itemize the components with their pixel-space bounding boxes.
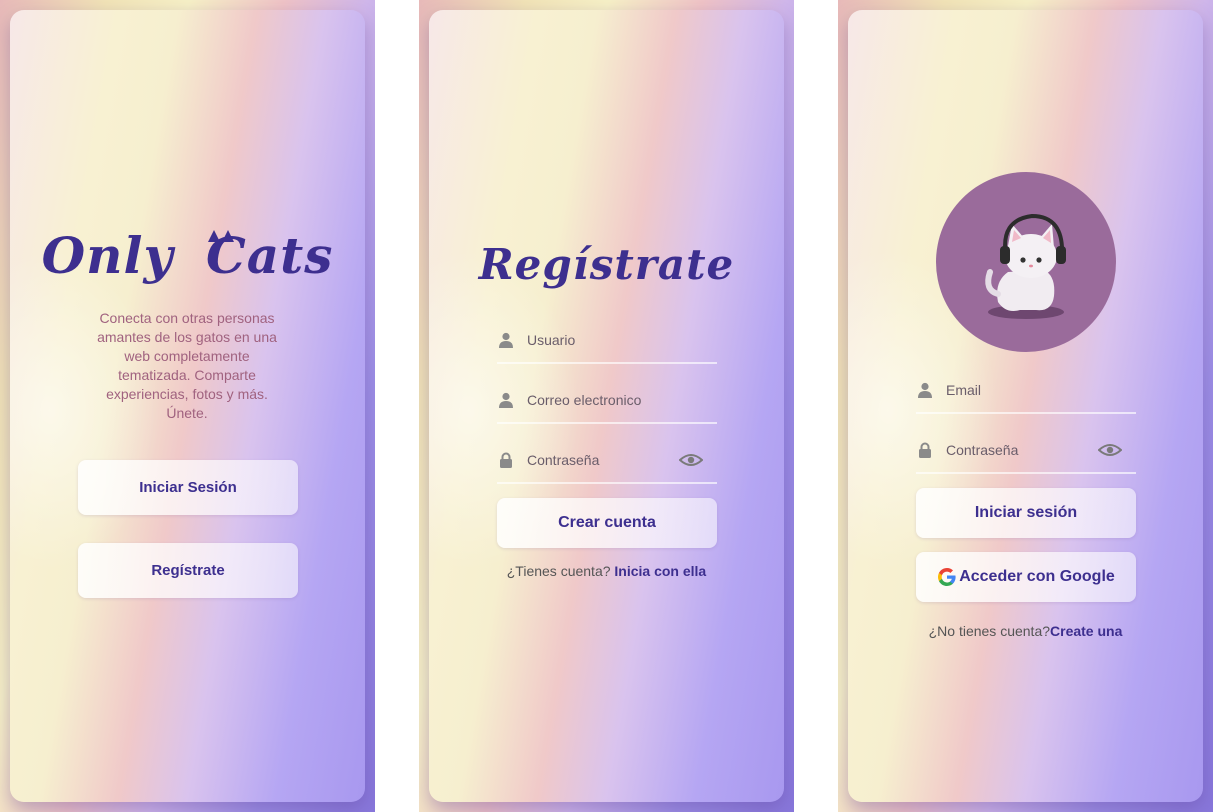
user-icon [918, 382, 932, 398]
show-password-icon[interactable] [679, 450, 703, 470]
app-logo: Only Cats [10, 226, 365, 285]
email-input[interactable]: Correo electronico [527, 392, 641, 408]
email-input[interactable]: Email [946, 382, 981, 398]
page-title: Regístrate [478, 240, 735, 289]
cat-ears-icon [207, 230, 234, 244]
login-button[interactable]: Iniciar Sesión [78, 460, 298, 515]
email-field[interactable]: Email [916, 372, 1136, 414]
signup-prompt: ¿No tienes cuenta?Create una [848, 623, 1203, 639]
lock-icon [500, 452, 512, 468]
signup-prompt-text: ¿No tienes cuenta? [928, 623, 1051, 639]
username-field[interactable]: Usuario [497, 322, 717, 364]
welcome-card: Only Cats Conecta con otras personas ama… [10, 10, 365, 802]
google-button-label: Acceder con Google [959, 568, 1115, 585]
logo-word-only: Only [41, 226, 174, 285]
login-screen: Email Contraseña Iniciar sesión Acceder … [838, 0, 1213, 812]
register-screen: Regístrate Usuario Correo electronico Co… [419, 0, 794, 812]
cat-headphones-avatar-icon [936, 172, 1116, 352]
welcome-description: Conecta con otras personas amantes de lo… [97, 310, 277, 421]
login-card: Email Contraseña Iniciar sesión Acceder … [848, 10, 1203, 802]
username-input[interactable]: Usuario [527, 332, 575, 348]
password-input[interactable]: Contraseña [946, 442, 1018, 458]
google-icon [938, 568, 956, 586]
login-submit-button[interactable]: Iniciar sesión [916, 488, 1136, 538]
login-prompt: ¿Tienes cuenta? Inicia con ella [429, 563, 784, 579]
show-password-icon[interactable] [1098, 440, 1122, 460]
password-field[interactable]: Contraseña [916, 432, 1136, 474]
register-button[interactable]: Regístrate [78, 543, 298, 598]
user-icon [499, 332, 513, 348]
login-prompt-text: ¿Tienes cuenta? [506, 563, 611, 579]
password-input[interactable]: Contraseña [527, 452, 599, 468]
user-icon [499, 392, 513, 408]
signup-link[interactable]: Create una [1050, 623, 1122, 639]
register-card: Regístrate Usuario Correo electronico Co… [429, 10, 784, 802]
password-field[interactable]: Contraseña [497, 442, 717, 484]
login-link[interactable]: Inicia con ella [614, 563, 706, 579]
google-login-button[interactable]: Acceder con Google [916, 552, 1136, 602]
create-account-button[interactable]: Crear cuenta [497, 498, 717, 548]
email-field[interactable]: Correo electronico [497, 382, 717, 424]
lock-icon [919, 442, 931, 458]
welcome-screen: Only Cats Conecta con otras personas ama… [0, 0, 375, 812]
